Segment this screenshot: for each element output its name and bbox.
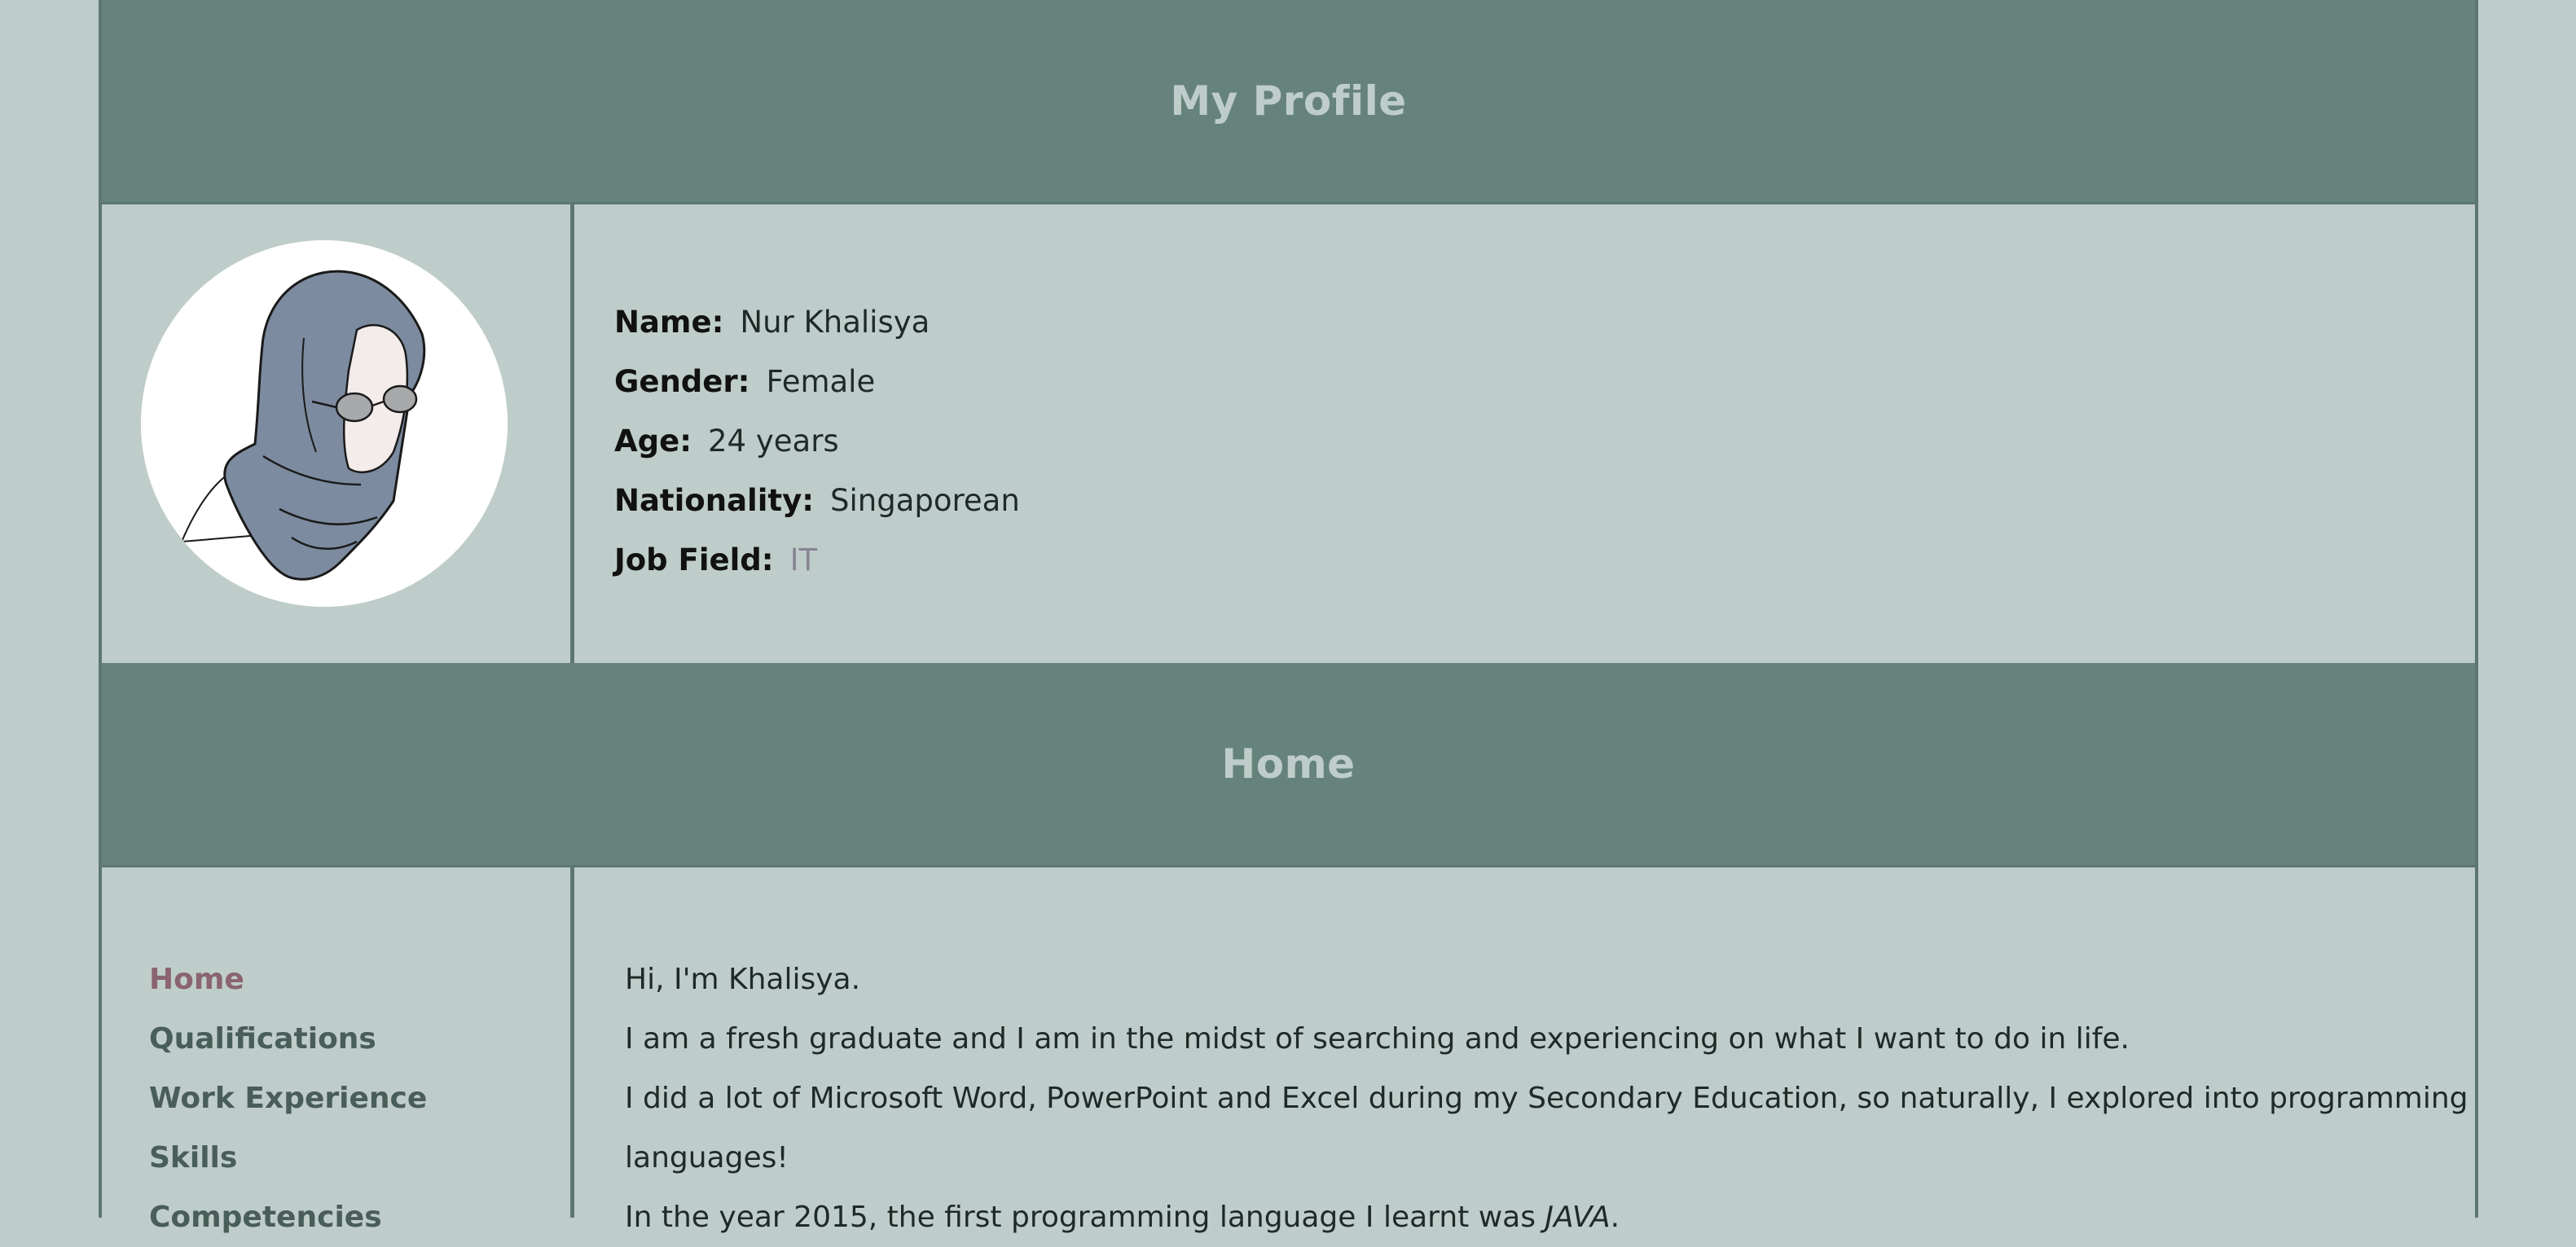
page-container: My Profile Name: Nur Khalisya Gender: Fe… [99,0,2478,1234]
nav-item-qualifications[interactable]: Qualifications [149,1009,427,1069]
field-label: Age: [614,424,692,459]
section-title: Home [1221,740,1356,788]
profile-info: Name: Nur Khalisya Gender: Female Age: 2… [614,292,1020,590]
field-label: Name: [614,305,724,340]
field-value: Nur Khalisya [740,305,930,340]
sidebar-nav: Home Qualifications Work Experience Skil… [149,950,427,1247]
profile-field-job: Job Field: IT [614,530,1020,590]
profile-field-nationality: Nationality: Singaporean [614,471,1020,530]
hijab-woman-icon [141,240,508,607]
avatar [141,240,508,607]
nav-column: Home Qualifications Work Experience Skil… [102,867,574,1234]
field-value: Singaporean [830,483,1020,518]
nav-item-home[interactable]: Home [149,950,427,1009]
home-content: Hi, I'm Khalisya. I am a fresh graduate … [625,950,2482,1247]
field-value: 24 years [708,424,839,459]
content-line: Hi, I'm Khalisya. [625,963,861,996]
field-value: Female [766,364,876,399]
field-label: Nationality: [614,483,814,518]
profile-row: Name: Nur Khalisya Gender: Female Age: 2… [102,202,2475,663]
page-title: My Profile [1170,77,1407,125]
field-label: Gender: [614,364,750,399]
content-line: languages! [625,1141,789,1175]
profile-banner: My Profile [102,0,2475,202]
section-banner: Home [102,663,2475,865]
nav-item-work-experience[interactable]: Work Experience [149,1069,427,1128]
field-value: IT [789,542,818,577]
profile-field-name: Name: Nur Khalisya [614,292,1020,352]
profile-field-age: Age: 24 years [614,411,1020,471]
content-line: I am a fresh graduate and I am in the mi… [625,1022,2130,1056]
field-label: Job Field: [614,542,774,577]
content-line: I did a lot of Microsoft Word, PowerPoin… [625,1082,2468,1115]
nav-item-skills[interactable]: Skills [149,1128,427,1188]
avatar-column [102,204,574,663]
home-row: Home Qualifications Work Experience Skil… [102,865,2475,1234]
profile-field-gender: Gender: Female [614,352,1020,411]
